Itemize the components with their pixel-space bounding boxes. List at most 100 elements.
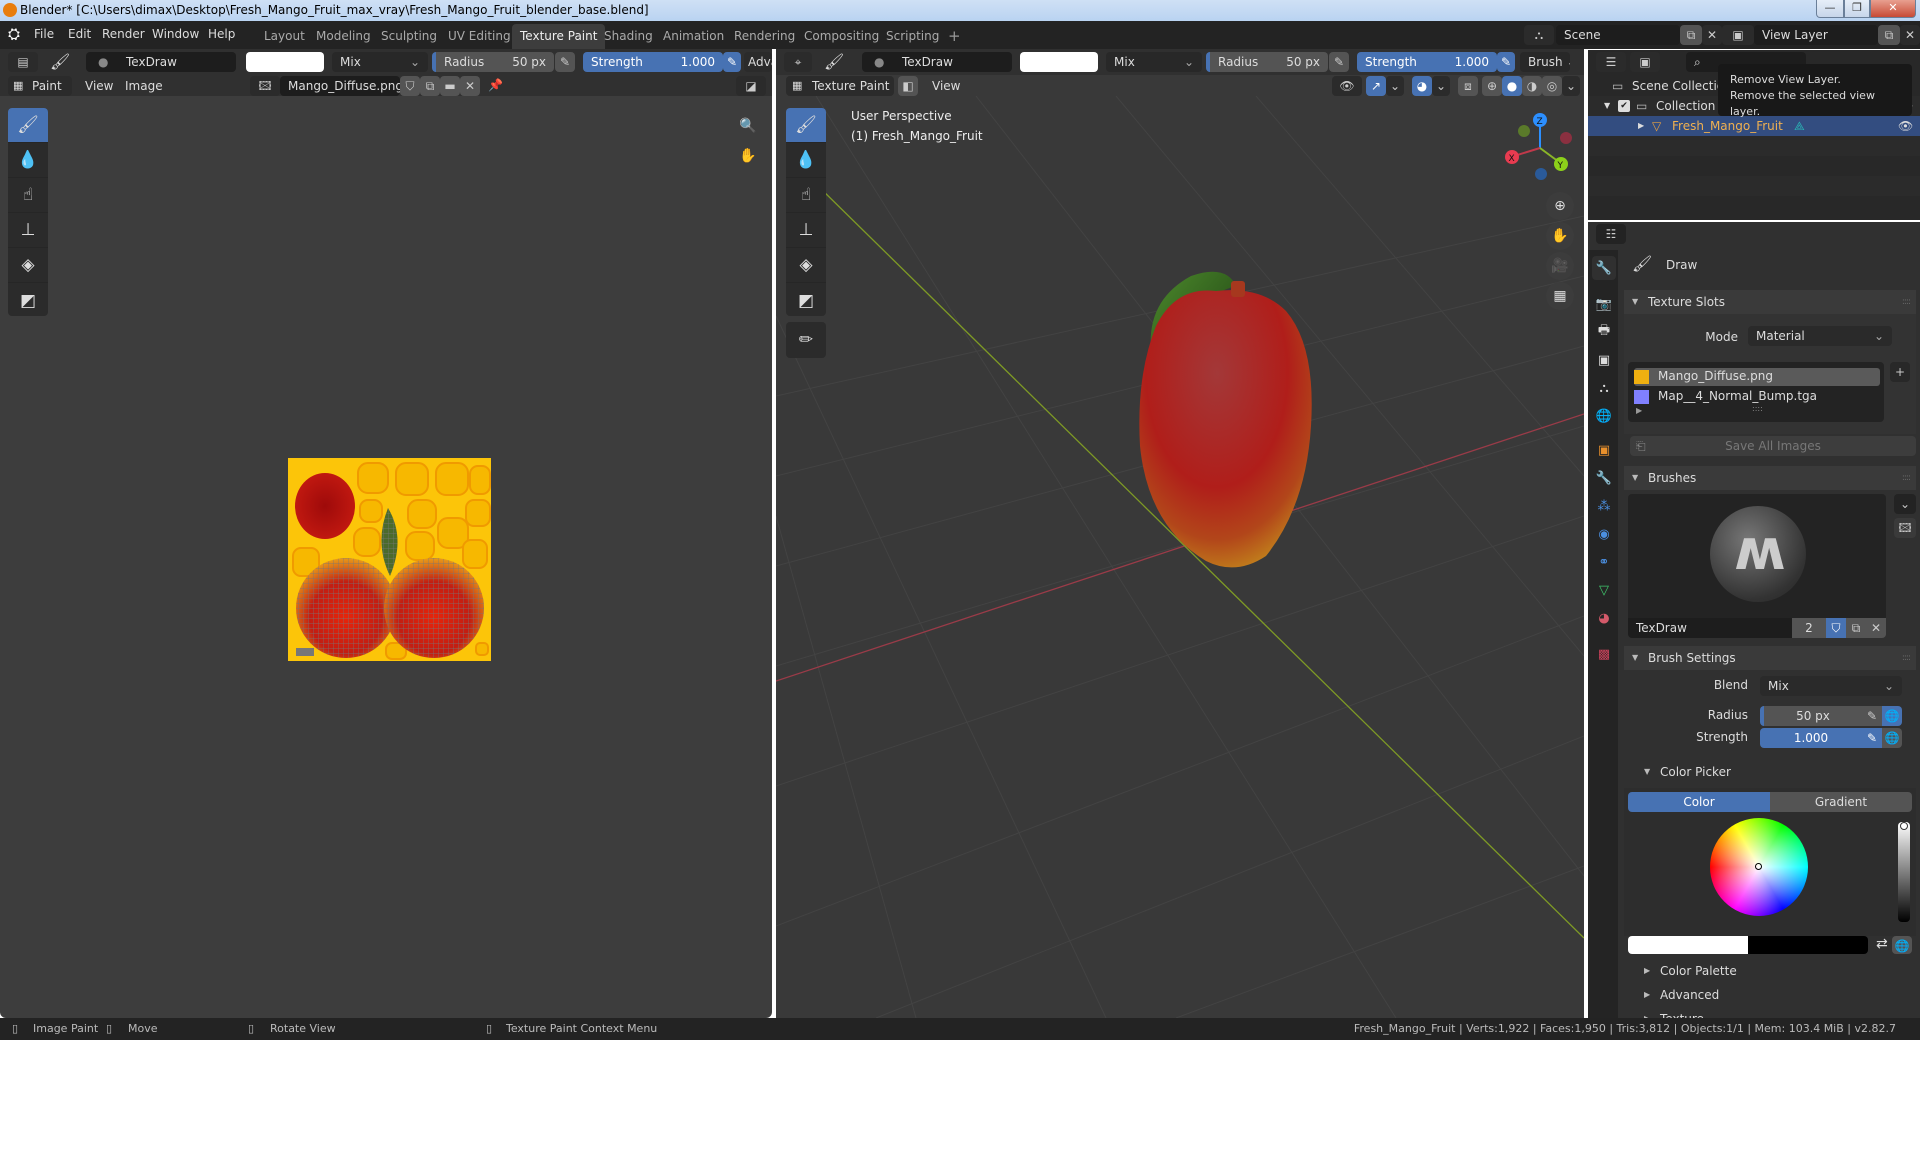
brush-preview[interactable]: ʍ — [1628, 494, 1886, 618]
viewport-brush-name-field[interactable]: ● TexDraw — [862, 52, 1012, 72]
primary-color-swatch[interactable] — [1628, 936, 1748, 954]
viewport-tool-mask[interactable]: ◩ — [786, 283, 826, 318]
perspective-toggle-button[interactable]: ▦ — [1546, 282, 1574, 310]
tab-mesh-data[interactable]: ▽ — [1592, 578, 1616, 602]
tab-layout[interactable]: Layout — [256, 24, 313, 49]
tab-modifiers[interactable]: 🔧 — [1592, 466, 1616, 490]
texture-image[interactable] — [288, 458, 491, 661]
radius-slider[interactable]: Radius 50 px — [432, 52, 554, 72]
viewport-brush-color-swatch[interactable] — [1020, 52, 1098, 72]
show-gizmo-toggle[interactable]: ↗ — [1366, 76, 1386, 96]
tab-animation[interactable]: Animation — [655, 24, 732, 49]
viewport-mode-dropdown[interactable]: ▦ Texture Paint ⌄ — [786, 76, 894, 113]
mango-model[interactable] — [1056, 256, 1356, 596]
tab-texture[interactable]: ▩ — [1592, 642, 1616, 666]
new-view-layer-button[interactable]: ⧉ — [1878, 25, 1900, 45]
shading-material-button[interactable]: ◑ — [1522, 76, 1542, 96]
viewport-radius-pressure-button[interactable]: ✎ — [1329, 52, 1349, 72]
unlink-brush-button[interactable]: ✕ — [1866, 618, 1886, 638]
zoom-viewport-button[interactable]: ⊕ — [1546, 192, 1574, 220]
value-slider-handle[interactable] — [1900, 822, 1908, 830]
strength-slider[interactable]: Strength 1.000 — [583, 52, 723, 72]
tab-compositing[interactable]: Compositing — [796, 24, 887, 49]
viewport-tool-clone[interactable]: ⊥ — [786, 213, 826, 248]
brush-color-swatch[interactable] — [246, 52, 324, 72]
viewport-tool-smear[interactable]: ☝ — [786, 178, 826, 213]
tab-scene[interactable]: ⛬ — [1592, 376, 1616, 400]
viewport-tool-soften[interactable]: 💧 — [786, 143, 826, 178]
strength-pressure-button[interactable]: ✎ — [1862, 728, 1882, 748]
secondary-color-swatch[interactable] — [1748, 936, 1868, 954]
menu-help[interactable]: Help — [208, 27, 235, 41]
camera-view-button[interactable]: 🎥 — [1546, 252, 1574, 280]
brush-radius-slider[interactable]: 50 px — [1760, 706, 1862, 726]
viewport-strength-slider[interactable]: Strength 1.000 — [1357, 52, 1497, 72]
new-image-button[interactable]: ⧉ — [420, 76, 440, 96]
strength-unified-toggle[interactable]: 🌐 — [1882, 728, 1902, 748]
texture-slot-item[interactable]: Mango_Diffuse.png — [1634, 368, 1880, 386]
value-slider[interactable] — [1898, 822, 1910, 922]
exclude-checkbox[interactable]: ✔ — [1618, 100, 1630, 112]
texture-slots-panel-header[interactable]: ▼ Texture Slots :::: — [1624, 290, 1916, 314]
menu-image[interactable]: Image — [125, 79, 163, 93]
texture-slots-mode-dropdown[interactable]: Material ⌄ — [1748, 326, 1892, 346]
shading-wireframe-button[interactable]: ⊕ — [1482, 76, 1502, 96]
advanced-subpanel[interactable]: ▶ Advanced — [1624, 984, 1916, 1006]
texture-subpanel[interactable]: ▶ Texture — [1624, 1008, 1916, 1026]
minimize-button[interactable]: — — [1816, 0, 1844, 18]
tab-material[interactable]: ◕ — [1592, 606, 1616, 630]
shading-rendered-button[interactable]: ◎ — [1542, 76, 1562, 96]
new-scene-button[interactable]: ⧉ — [1680, 25, 1702, 45]
expand-arrow-icon[interactable]: ▶ — [1636, 406, 1642, 415]
tool-draw[interactable]: 🖌 — [8, 108, 48, 143]
display-channels-button[interactable]: ◪ — [736, 76, 766, 96]
tab-scripting[interactable]: Scripting — [878, 24, 947, 49]
pan-view-button[interactable]: ✋ — [734, 142, 762, 170]
tab-tool[interactable]: 🔧 — [1592, 256, 1616, 280]
brush-name-field[interactable]: ● TexDraw — [86, 52, 236, 72]
scene-name-field[interactable]: Scene — [1556, 25, 1680, 45]
tab-render[interactable]: 📷 — [1592, 292, 1616, 316]
viewport-tool-annotate[interactable]: ✏ — [786, 322, 826, 357]
color-picker-subpanel-header[interactable]: ▼ Color Picker — [1624, 760, 1916, 784]
menu-edit[interactable]: Edit — [68, 27, 91, 41]
viewport-strength-pressure-button[interactable]: ✎ — [1497, 52, 1515, 72]
scene-selector-button[interactable]: ⛬ — [1524, 25, 1554, 45]
unified-color-toggle[interactable]: 🌐 — [1892, 936, 1912, 954]
gizmo-dropdown[interactable]: ⌄ — [1386, 76, 1404, 96]
drag-grip-icon[interactable]: :::: — [1902, 290, 1911, 314]
maximize-button[interactable]: ❐ — [1844, 0, 1870, 18]
menu-render[interactable]: Render — [102, 27, 145, 41]
tool-fill[interactable]: ◈ — [8, 248, 48, 283]
view-layer-selector-button[interactable]: ▣ — [1722, 25, 1754, 45]
tool-soften[interactable]: 💧 — [8, 143, 48, 178]
color-palette-subpanel[interactable]: ▶ Color Palette — [1624, 960, 1916, 982]
tab-physics[interactable]: ◉ — [1592, 522, 1616, 546]
menu-view[interactable]: View — [85, 79, 113, 93]
close-window-button[interactable]: ✕ — [1870, 0, 1916, 18]
radius-unit-toggle[interactable]: 🌐 — [1882, 706, 1902, 726]
fake-user-button[interactable]: ⛉ — [400, 76, 420, 96]
outliner-display-mode-button[interactable]: ☰ — [1596, 52, 1626, 72]
viewport-blend-dropdown[interactable]: Mix ⌄ — [1106, 52, 1202, 72]
add-texture-slot-button[interactable]: + — [1890, 362, 1910, 382]
menu-file[interactable]: File — [34, 27, 54, 41]
remove-view-layer-button[interactable]: ✕ — [1900, 25, 1920, 45]
tab-texture-paint[interactable]: Texture Paint — [512, 24, 606, 49]
tab-rendering[interactable]: Rendering — [726, 24, 803, 49]
view-layer-name-field[interactable]: View Layer — [1754, 25, 1878, 45]
brush-custom-icon-button[interactable]: 🖾 — [1894, 518, 1916, 538]
viewport-menu-view[interactable]: View — [932, 79, 960, 93]
gizmo-neg-y[interactable] — [1518, 125, 1530, 137]
image-name-field[interactable]: Mango_Diffuse.png — [280, 76, 400, 96]
overlays-dropdown[interactable]: ⌄ — [1432, 76, 1450, 96]
properties-editor-type-button[interactable]: ☷ — [1596, 224, 1626, 244]
pin-icon[interactable]: 📌 — [488, 78, 503, 92]
pan-viewport-button[interactable]: ✋ — [1546, 222, 1574, 250]
save-all-images-button[interactable]: ⎗ Save All Images — [1630, 436, 1916, 456]
navigation-gizmo[interactable]: Z X Y — [1492, 98, 1584, 198]
menu-window[interactable]: Window — [152, 27, 199, 41]
tab-particles[interactable]: ⁂ — [1592, 494, 1616, 518]
tab-shading[interactable]: Shading — [596, 24, 661, 49]
expand-arrow-icon[interactable]: ▼ — [1604, 96, 1610, 116]
